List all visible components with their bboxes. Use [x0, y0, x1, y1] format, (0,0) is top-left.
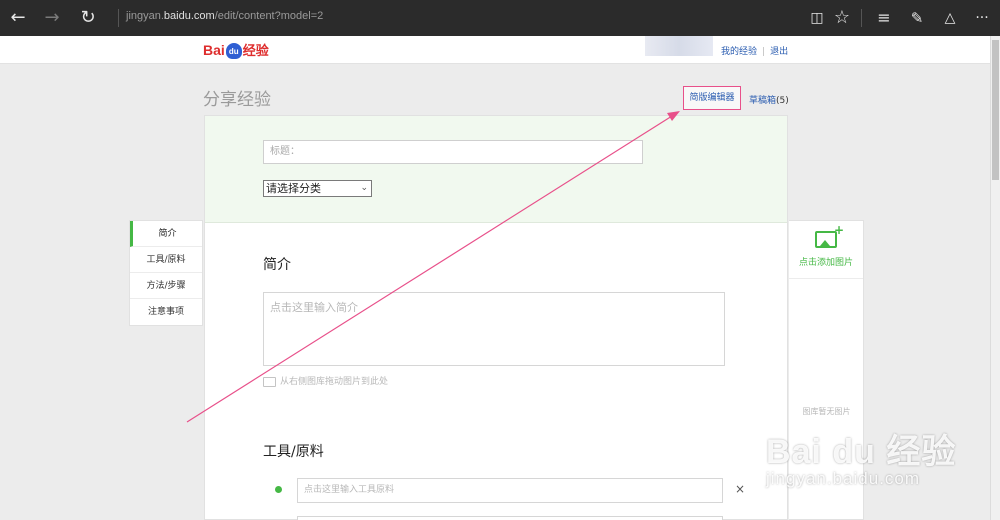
- toolbar-divider: [861, 9, 862, 27]
- tools-heading: 工具/原料: [263, 444, 324, 460]
- url-path: /edit/content?model=2: [214, 10, 324, 22]
- chevron-down-icon: ⌄: [360, 183, 368, 193]
- refresh-icon[interactable]: ↻: [76, 6, 100, 30]
- tool-input-next[interactable]: [297, 516, 723, 520]
- more-icon[interactable]: ···: [970, 6, 994, 30]
- my-experience-link[interactable]: 我的经验: [721, 47, 757, 57]
- toolbar-divider: [118, 9, 119, 27]
- drag-image-tip: 从右侧图库拖动图片到此处: [263, 374, 388, 387]
- watermark-brand: Bai du 经验: [766, 433, 957, 471]
- add-image-button[interactable]: 点击添加图片: [789, 221, 863, 279]
- avatar[interactable]: [645, 36, 713, 56]
- category-select[interactable]: 请选择分类 ⌄: [263, 180, 372, 197]
- drafts-link[interactable]: 草稿箱(5): [749, 93, 789, 106]
- empty-library-text: 图库暂无图片: [802, 407, 851, 416]
- favorite-star-icon[interactable]: ☆: [830, 6, 854, 30]
- tool-input[interactable]: 点击这里输入工具原料: [297, 478, 723, 503]
- editor-card: 标题： 请选择分类 ⌄ 简介 点击这里输入简介 从右侧图库拖动图片到此处 工具/…: [204, 115, 788, 520]
- browser-toolbar: ← → ↻ jingyan.baidu.com/edit/content?mod…: [0, 0, 1000, 36]
- drag-tip-text: 从右侧图库拖动图片到此处: [280, 377, 389, 387]
- bullet-dot-icon: [275, 486, 282, 493]
- url-domain: baidu.com: [163, 10, 215, 22]
- baidu-watermark: Bai du 经验 jingyan.baidu.com: [766, 424, 956, 489]
- category-select-value: 请选择分类: [266, 182, 321, 195]
- share-icon[interactable]: △: [938, 6, 962, 30]
- page-title: 分享经验: [203, 90, 271, 110]
- page-scrollbar[interactable]: [990, 36, 1000, 520]
- drafts-label: 草稿箱: [749, 96, 777, 106]
- link-separator: |: [762, 47, 766, 57]
- nav-item-tools[interactable]: 工具/原料: [130, 247, 202, 273]
- simple-editor-link[interactable]: 简版编辑器: [683, 86, 741, 110]
- intro-textarea[interactable]: 点击这里输入简介: [263, 292, 725, 366]
- address-bar[interactable]: jingyan.baidu.com/edit/content?model=2: [126, 10, 323, 22]
- intro-heading: 简介: [263, 257, 291, 273]
- drafts-count: (5): [776, 96, 789, 106]
- baidu-jingyan-logo[interactable]: Bai du 经验: [203, 40, 269, 60]
- logout-link[interactable]: 退出: [770, 47, 788, 57]
- delete-tool-button[interactable]: ×: [735, 482, 745, 496]
- url-prefix: jingyan.: [126, 10, 164, 22]
- nav-item-notes[interactable]: 注意事项: [130, 299, 202, 325]
- add-image-label: 点击添加图片: [798, 258, 853, 268]
- title-input[interactable]: 标题：: [263, 140, 643, 164]
- scrollbar-thumb[interactable]: [992, 40, 999, 180]
- section-nav: 简介 工具/原料 方法/步骤 注意事项: [129, 220, 203, 326]
- image-icon: [263, 376, 276, 387]
- back-icon[interactable]: ←: [6, 6, 30, 30]
- nav-item-intro[interactable]: 简介: [130, 221, 202, 247]
- logo-text-jingyan: 经验: [242, 43, 269, 58]
- reading-view-icon[interactable]: ◫: [805, 6, 829, 30]
- hub-icon[interactable]: ≡: [872, 6, 896, 30]
- logo-text-bai: Bai: [203, 42, 225, 58]
- web-note-icon[interactable]: ✎: [905, 6, 929, 30]
- add-image-icon: [815, 223, 844, 248]
- user-links: 我的经验 | 退出: [721, 44, 788, 57]
- paw-icon: du: [225, 43, 242, 60]
- site-header: Bai du 经验 我的经验 | 退出: [0, 36, 990, 64]
- forward-icon[interactable]: →: [40, 6, 64, 30]
- title-section: 标题： 请选择分类 ⌄: [205, 116, 787, 223]
- nav-item-steps[interactable]: 方法/步骤: [130, 273, 202, 299]
